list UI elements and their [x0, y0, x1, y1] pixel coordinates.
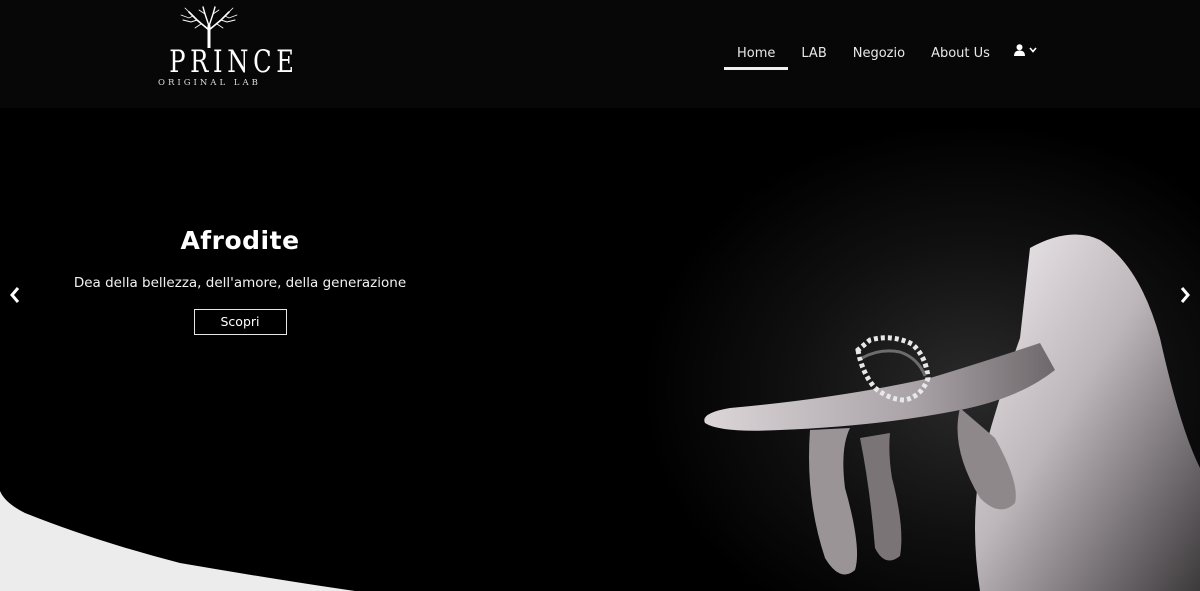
chevron-down-icon	[1029, 47, 1037, 53]
discover-button[interactable]: Scopri	[193, 309, 287, 335]
nav-item-about-us[interactable]: About Us	[918, 38, 1003, 70]
slide-caption: Afrodite Dea della bellezza, dell'amore,…	[40, 226, 440, 335]
site-header: PRINCE ORIGINAL LAB Home LAB Negozio Abo…	[0, 0, 1200, 108]
nav-item-negozio[interactable]: Negozio	[840, 38, 918, 70]
user-icon	[1014, 44, 1025, 56]
hero-carousel: Afrodite Dea della bellezza, dell'amore,…	[0, 108, 1200, 591]
decorative-wave	[0, 491, 355, 591]
tree-icon	[180, 6, 238, 48]
nav-item-lab[interactable]: LAB	[788, 38, 839, 70]
brand-logo[interactable]: PRINCE ORIGINAL LAB	[158, 6, 299, 102]
slide-subtitle: Dea della bellezza, dell'amore, della ge…	[73, 275, 407, 291]
slide-title: Afrodite	[180, 226, 300, 255]
carousel-prev-button[interactable]	[2, 282, 28, 308]
chevron-right-icon	[1180, 287, 1190, 303]
logo-wordmark: PRINCE	[169, 44, 299, 80]
user-menu-toggle[interactable]	[1014, 44, 1037, 56]
carousel-next-button[interactable]	[1172, 282, 1198, 308]
chevron-left-icon	[10, 287, 20, 303]
nav-item-home[interactable]: Home	[724, 38, 789, 70]
hand-with-ring-photo	[600, 108, 1200, 591]
main-nav: Home LAB Negozio About Us	[724, 38, 1003, 72]
